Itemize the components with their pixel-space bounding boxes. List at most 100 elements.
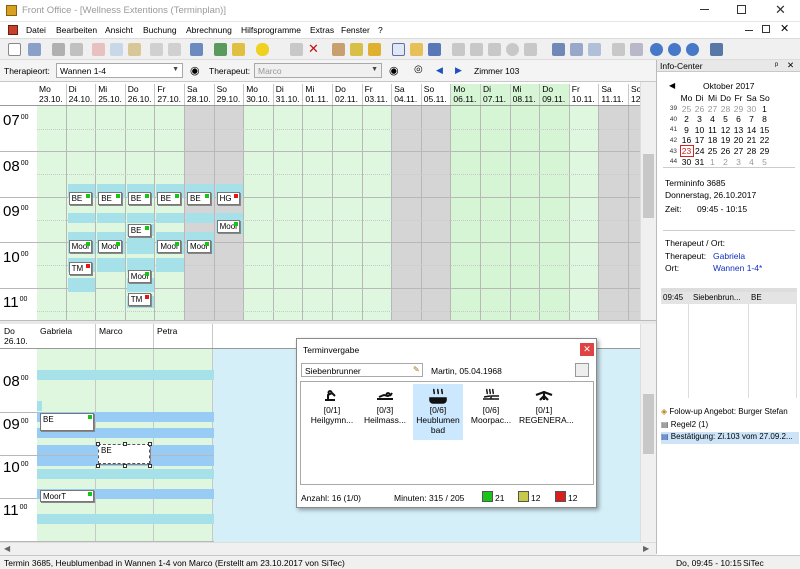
info-grid-row[interactable]: 09:45 Siebenbrun... BE [661, 292, 797, 304]
grey-tool-5-icon[interactable] [524, 43, 537, 56]
appointment[interactable]: BE [187, 192, 211, 205]
day-header[interactable]: Do 02.11. [333, 84, 363, 105]
resize-handle[interactable] [123, 442, 127, 446]
therapist-header[interactable]: Gabriela [37, 324, 96, 348]
cal-day[interactable]: 1 [758, 104, 771, 115]
appointment[interactable]: Moor [187, 240, 211, 253]
day-header[interactable]: Mo 06.11. [451, 84, 481, 105]
cal-day[interactable]: 11 [706, 125, 719, 136]
cal-day[interactable]: 26 [719, 146, 732, 157]
window-icon[interactable] [588, 43, 601, 56]
booked-slot[interactable] [97, 213, 125, 223]
day-header[interactable]: Sa 28.10. [185, 84, 215, 105]
appointment[interactable]: BE [157, 192, 181, 205]
maximize-icon[interactable] [737, 5, 746, 14]
cal-day[interactable]: 20 [732, 135, 745, 146]
day-header[interactable]: Di 07.11. [481, 84, 511, 105]
appointment[interactable]: BE [127, 192, 152, 205]
cal-day[interactable]: 27 [732, 146, 745, 157]
booked-slot[interactable] [186, 213, 214, 223]
menu-ansicht[interactable]: Ansicht [105, 25, 133, 35]
options-icon[interactable] [710, 43, 723, 56]
cal-day[interactable]: 3 [693, 114, 706, 125]
therapist-header[interactable]: Marco [96, 324, 154, 348]
notes-icon[interactable] [575, 363, 589, 377]
day-header[interactable]: Di 24.10. [66, 84, 97, 105]
cal-day[interactable]: 5 [719, 114, 732, 125]
cal-prev-icon[interactable]: ◀ [669, 81, 675, 90]
cal-day[interactable]: 5 [758, 157, 771, 168]
menu-bearbeiten[interactable]: Bearbeiten [56, 25, 97, 35]
day-header[interactable]: So 05.11. [421, 84, 452, 105]
day-header[interactable]: Do 26.10. [125, 84, 156, 105]
cal-day[interactable]: 25 [706, 146, 719, 157]
appointment[interactable]: MoorT [40, 490, 94, 502]
menu-hilfsprogramme[interactable]: Hilfsprogramme [241, 25, 301, 35]
grey-tool-3-icon[interactable] [488, 43, 501, 56]
day-header[interactable]: Fr 27.10. [155, 84, 185, 105]
treatment-item[interactable]: [0/1] REGENERA... [519, 384, 574, 440]
pencil-icon[interactable]: ✎ [413, 365, 420, 374]
wand-icon[interactable] [612, 43, 625, 56]
appointment[interactable]: BE [40, 413, 94, 431]
appointment[interactable]: BE [98, 444, 150, 464]
folder-icon[interactable] [410, 43, 423, 56]
resize-handle[interactable] [123, 464, 127, 468]
cal-day[interactable]: 30 [745, 104, 758, 115]
paste-icon[interactable] [128, 43, 141, 56]
cal-day[interactable]: 17 [693, 135, 706, 146]
cal-day[interactable]: 12 [719, 125, 732, 136]
menu-help[interactable]: ? [378, 25, 383, 35]
day-header[interactable]: Sa 11.11. [599, 84, 629, 105]
cal-day[interactable]: 22 [758, 135, 771, 146]
card-icon[interactable] [552, 43, 565, 56]
appointment[interactable]: Moor [127, 270, 152, 283]
therapeut-select[interactable]: Marco ▼ [254, 63, 382, 78]
booked-slot[interactable] [126, 213, 155, 223]
lightbulb-icon[interactable] [256, 43, 269, 56]
day-header[interactable]: Mi 01.11. [303, 84, 333, 105]
cal-day[interactable]: 4 [706, 114, 719, 125]
appointment[interactable]: Moor [98, 240, 122, 253]
appointment[interactable]: BE [127, 224, 152, 237]
next-arrow-icon[interactable]: ▶ [455, 65, 462, 76]
cal-day[interactable]: 23 [679, 145, 694, 157]
message-2[interactable]: ▤ Regel2 (1) [661, 420, 799, 432]
cal-day[interactable]: 4 [745, 157, 758, 168]
resize-handle[interactable] [96, 464, 100, 468]
cal-day[interactable]: 1 [706, 157, 719, 168]
appointment[interactable]: TM [127, 293, 152, 306]
redo-icon[interactable] [168, 43, 181, 56]
treatment-item[interactable]: [0/1] Heilgymn... [307, 384, 357, 440]
mdi-minimize-icon[interactable] [745, 30, 753, 31]
eye-icon[interactable]: ◉ [190, 64, 200, 77]
cal-day[interactable]: 24 [693, 146, 706, 157]
cal-day[interactable]: 10 [693, 125, 706, 136]
menu-abrechnung[interactable]: Abrechnung [186, 25, 232, 35]
resize-handle[interactable] [96, 442, 100, 446]
booked-band[interactable] [37, 401, 42, 411]
screen-icon[interactable] [428, 43, 441, 56]
day-header[interactable]: Fr 03.11. [362, 84, 393, 105]
dialog-close-button[interactable]: ✕ [580, 343, 594, 356]
delete-icon[interactable]: ✕ [308, 42, 321, 56]
grey-tool-2-icon[interactable] [470, 43, 483, 56]
day-header[interactable]: So 29.10. [214, 84, 245, 105]
print-icon[interactable] [52, 43, 65, 56]
therapist-header[interactable]: Petra [154, 324, 213, 348]
cal-day[interactable]: 29 [758, 146, 771, 157]
cal-day[interactable]: 21 [745, 135, 758, 146]
booked-slot[interactable] [67, 278, 96, 292]
zoom-fit-icon[interactable] [686, 43, 699, 56]
scroll-left-icon[interactable]: ◀ [4, 544, 10, 553]
appointment[interactable]: Moor [157, 240, 181, 253]
mdi-close-icon[interactable]: ✕ [780, 22, 789, 35]
day-header[interactable]: Sa 04.11. [392, 84, 422, 105]
key-icon[interactable] [350, 43, 363, 56]
cal-day[interactable]: 18 [706, 135, 719, 146]
booked-slot[interactable] [156, 258, 184, 272]
message-1[interactable]: ◈ Folow-up Angebot: Burger Stefan [661, 407, 799, 419]
mdi-restore-icon[interactable] [762, 25, 770, 33]
find-icon[interactable] [190, 43, 203, 56]
menu-fenster[interactable]: Fenster [341, 25, 370, 35]
